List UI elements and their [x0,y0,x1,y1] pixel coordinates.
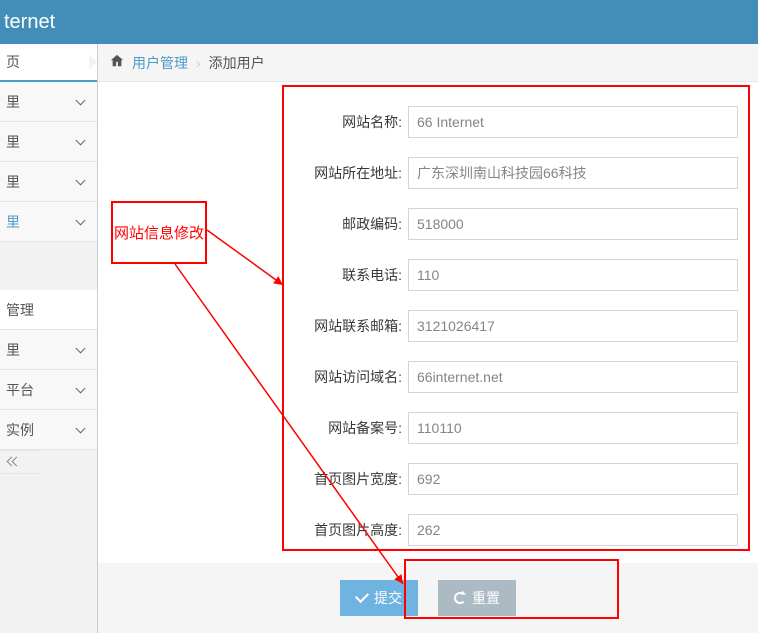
form-label: 邮政编码: [98,214,408,234]
sidebar-item-6[interactable]: 平台 [0,370,97,410]
sidebar-item-4[interactable]: 管理 [0,290,97,330]
reset-button[interactable]: 重置 [438,580,516,616]
form-label: 网站联系邮箱: [98,316,408,336]
form-area: 网站名称: 网站所在地址: 邮政编码: 联系电话: 网站联系邮箱: 网站访问域名… [98,82,758,633]
chevron-down-icon [77,425,87,435]
img-height-input[interactable] [408,514,738,546]
submit-button[interactable]: 提交 [340,580,418,616]
tab-arrow-icon [89,54,97,70]
button-row: 提交 重置 [98,563,758,633]
chevron-down-icon [77,137,87,147]
domain-input[interactable] [408,361,738,393]
breadcrumb: 用户管理 › 添加用户 [98,44,758,82]
page-tab[interactable]: 页 [0,44,97,82]
page-tab-label: 页 [6,52,20,72]
submit-button-label: 提交 [374,588,402,608]
sidebar-item-label: 里 [6,340,20,360]
sidebar-item-label: 管理 [6,300,34,320]
sidebar-item-label: 里 [6,92,20,112]
form-row-site-address: 网站所在地址: [98,147,758,198]
form-label: 网站备案号: [98,418,408,438]
form-row-img-height: 首页图片高度: [98,504,758,555]
breadcrumb-separator: › [196,55,201,71]
sidebar-item-7[interactable]: 实例 [0,410,97,450]
form-row-site-name: 网站名称: [98,96,758,147]
breadcrumb-link[interactable]: 用户管理 [132,53,188,73]
sidebar-item-label: 里 [6,172,20,192]
chevron-down-icon [77,385,87,395]
form-row-icp: 网站备案号: [98,402,758,453]
form-label: 首页图片高度: [98,520,408,540]
form-label: 网站所在地址: [98,163,408,183]
sidebar-item-3[interactable]: 里 [0,202,97,242]
reset-button-label: 重置 [472,588,500,608]
form-label: 联系电话: [98,265,408,285]
undo-icon [454,592,466,604]
sidebar: 页 里 里 里 里 管理 里 平台 实例 [0,44,98,633]
breadcrumb-current: 添加用户 [209,53,265,73]
postal-code-input[interactable] [408,208,738,240]
phone-input[interactable] [408,259,738,291]
chevron-down-icon [77,177,87,187]
sidebar-item-1[interactable]: 里 [0,122,97,162]
form-row-email: 网站联系邮箱: [98,300,758,351]
app-title: ternet [4,11,55,34]
form-row-domain: 网站访问域名: [98,351,758,402]
form-row-img-width: 首页图片宽度: [98,453,758,504]
sidebar-item-label: 里 [6,132,20,152]
content-area: 用户管理 › 添加用户 网站名称: 网站所在地址: 邮政编码: 联系电话: 网站… [98,44,758,633]
home-icon [110,54,124,71]
form-row-postal-code: 邮政编码: [98,198,758,249]
site-name-input[interactable] [408,106,738,138]
icp-input[interactable] [408,412,738,444]
form-label: 网站名称: [98,112,408,132]
sidebar-item-label: 平台 [6,380,34,400]
sidebar-collapse-button[interactable] [0,450,40,474]
sidebar-item-0[interactable]: 里 [0,82,97,122]
chevron-down-icon [77,97,87,107]
site-address-input[interactable] [408,157,738,189]
chevron-down-icon [77,217,87,227]
chevron-down-icon [77,345,87,355]
sidebar-item-2[interactable]: 里 [0,162,97,202]
sidebar-item-label: 实例 [6,420,34,440]
check-icon [355,589,369,603]
email-input[interactable] [408,310,738,342]
double-chevron-left-icon [8,457,22,467]
form-row-phone: 联系电话: [98,249,758,300]
form-label: 首页图片宽度: [98,469,408,489]
form-label: 网站访问域名: [98,367,408,387]
sidebar-item-5[interactable]: 里 [0,330,97,370]
top-bar: ternet [0,0,758,44]
img-width-input[interactable] [408,463,738,495]
sidebar-item-label: 里 [6,212,20,232]
